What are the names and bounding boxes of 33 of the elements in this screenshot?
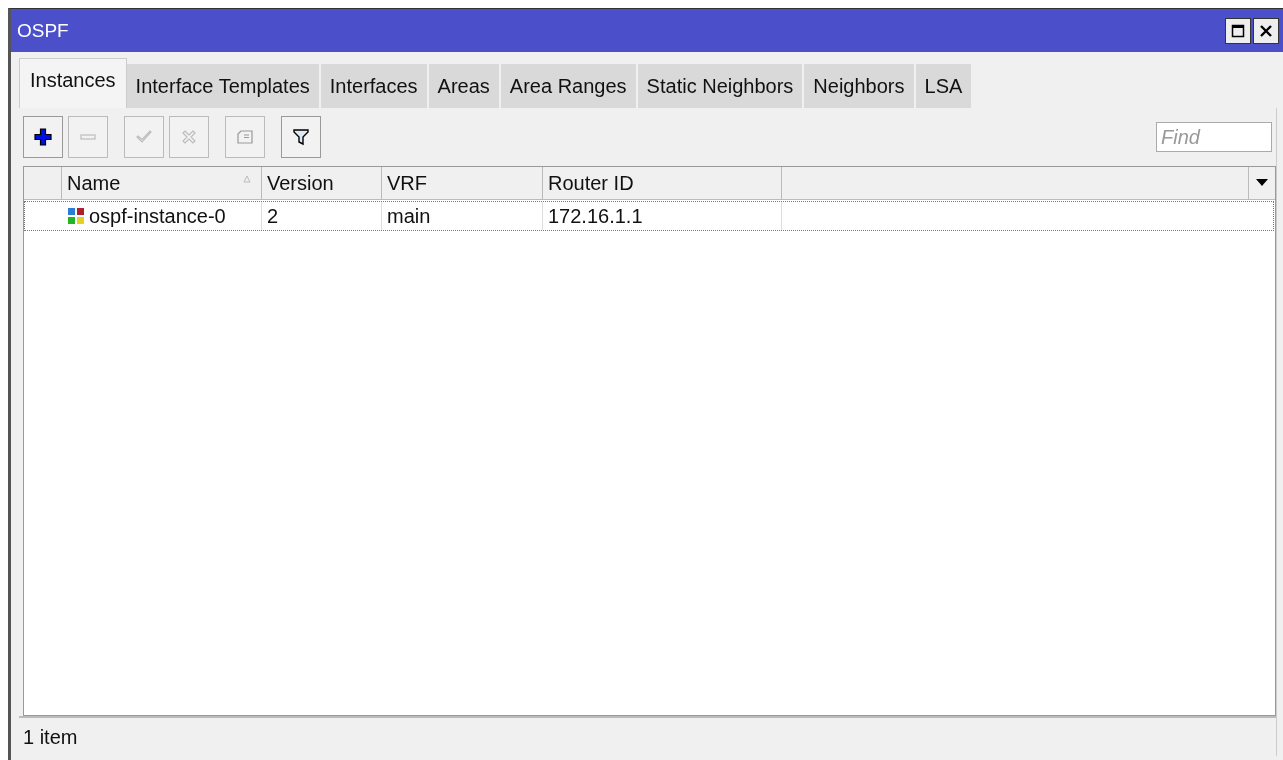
- tab[interactable]: Areas: [428, 64, 501, 108]
- close-icon: [1259, 23, 1273, 38]
- tab[interactable]: Interface Templates: [126, 64, 321, 108]
- filter-button[interactable]: [281, 116, 321, 158]
- close-button[interactable]: [1253, 17, 1279, 44]
- table-row[interactable]: ospf-instance-0 2 main 172.16.1.1: [24, 201, 1274, 231]
- tab[interactable]: Instances: [19, 58, 127, 108]
- note-icon: [236, 128, 254, 146]
- table-cell: ospf-instance-0: [62, 202, 262, 230]
- cross-icon: [180, 128, 198, 146]
- table-cell: 2: [262, 202, 382, 230]
- item-count: 1 item: [23, 725, 78, 749]
- maximize-button[interactable]: [1225, 17, 1251, 44]
- maximize-icon: [1231, 23, 1245, 38]
- plus-icon: [34, 128, 52, 146]
- tab[interactable]: LSA: [915, 64, 974, 108]
- tab[interactable]: Interfaces: [320, 64, 429, 108]
- column-header[interactable]: Router ID: [543, 167, 782, 199]
- filter-icon: [292, 128, 310, 146]
- column-header[interactable]: Version: [262, 167, 382, 199]
- window-title: OSPF: [17, 19, 69, 42]
- column-header[interactable]: VRF: [382, 167, 543, 199]
- add-button[interactable]: [23, 116, 63, 158]
- column-header[interactable]: Name: [62, 167, 262, 199]
- table-cell: main: [382, 202, 543, 230]
- tab[interactable]: Neighbors: [804, 64, 916, 108]
- instance-icon: [67, 207, 87, 225]
- find-field[interactable]: Find: [1156, 122, 1272, 152]
- table-cell: 172.16.1.1: [543, 202, 782, 230]
- tab[interactable]: Area Ranges: [500, 64, 638, 108]
- tab[interactable]: Static Neighbors: [637, 64, 805, 108]
- sort-icon: [243, 175, 251, 183]
- caret-icon: [1256, 179, 1268, 187]
